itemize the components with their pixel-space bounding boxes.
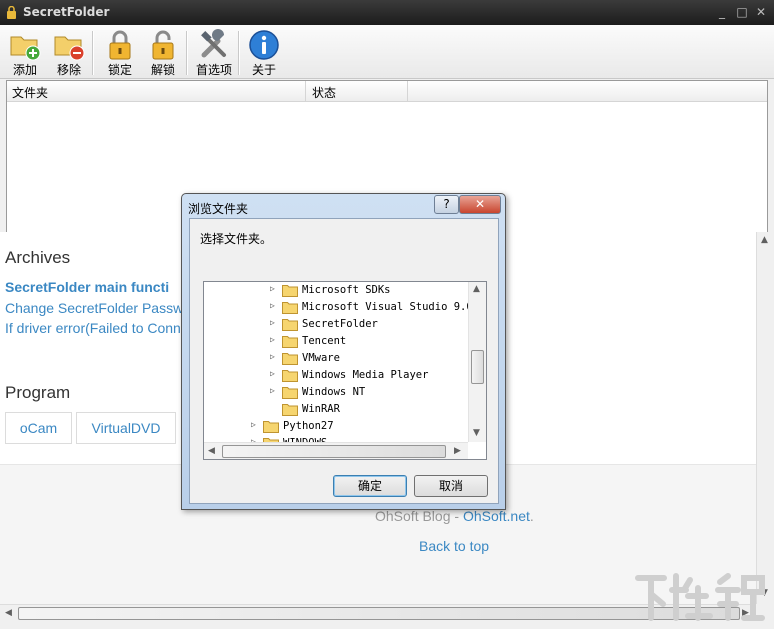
scroll-left-arrow-icon[interactable]: ◀	[208, 446, 215, 456]
about-button[interactable]: 关于	[244, 27, 284, 77]
column-header-status[interactable]: 状态	[312, 84, 336, 101]
footer-blog-text: OhSoft Blog - OhSoft.net.	[375, 508, 534, 524]
folder-icon	[282, 404, 298, 416]
footer-prefix: OhSoft Blog -	[375, 508, 463, 524]
folder-icon	[282, 370, 298, 382]
back-to-top-link[interactable]: Back to top	[419, 538, 489, 554]
vertical-scrollbar[interactable]: ▲ ▼	[756, 232, 774, 604]
tools-icon	[201, 29, 226, 58]
tree-item-label: Windows Media Player	[302, 369, 429, 381]
tree-item-label: Microsoft Visual Studio 9.0	[302, 301, 473, 313]
cancel-button[interactable]: 取消	[414, 475, 488, 497]
minimize-button[interactable]: _	[714, 4, 730, 20]
program-button-ocam[interactable]: oCam	[5, 412, 72, 444]
column-divider[interactable]	[305, 81, 306, 101]
folder-icon	[282, 319, 298, 331]
column-header-folder[interactable]: 文件夹	[12, 84, 48, 101]
folder-list-header: 文件夹 状态	[7, 81, 767, 102]
scroll-left-arrow-icon[interactable]: ◀	[5, 608, 12, 618]
folder-tree[interactable]: ▷ Microsoft SDKs ▷ Microsoft Visual Stud…	[203, 281, 487, 460]
expand-arrow-icon[interactable]: ▷	[251, 420, 256, 429]
window-title: SecretFolder	[23, 5, 110, 19]
program-button-virtualdvd[interactable]: VirtualDVD	[76, 412, 176, 444]
lock-icon	[7, 6, 16, 19]
options-label: 首选项	[195, 63, 232, 77]
unlock-label: 解锁	[150, 63, 175, 77]
folder-icon	[282, 353, 298, 365]
footer-suffix: .	[529, 508, 534, 524]
toolbar-separator	[238, 31, 240, 75]
lock-label: 锁定	[107, 63, 132, 77]
archive-link[interactable]: If driver error(Failed to Conn	[5, 320, 181, 336]
dialog-title: 浏览文件夹	[188, 202, 249, 216]
scroll-up-arrow-icon[interactable]: ▲	[761, 235, 768, 245]
unlock-button[interactable]: 解锁	[142, 27, 184, 77]
tree-horizontal-scrollbar[interactable]: ◀ ▶	[204, 442, 468, 459]
expand-arrow-icon[interactable]: ▷	[270, 335, 275, 344]
tree-item-label: Microsoft SDKs	[302, 284, 391, 296]
remove-label: 移除	[56, 63, 81, 77]
archive-link[interactable]: SecretFolder main functi	[5, 279, 169, 295]
scroll-down-arrow-icon[interactable]: ▼	[473, 428, 480, 438]
scroll-up-arrow-icon[interactable]: ▲	[473, 284, 480, 294]
toolbar-separator	[186, 31, 188, 75]
remove-folder-icon	[54, 36, 85, 61]
tree-item-label: SecretFolder	[302, 318, 378, 330]
browse-folder-dialog: 浏览文件夹 ? ✕ 选择文件夹。 ▷ Microsoft SDKs ▷ Micr…	[181, 193, 506, 510]
expand-arrow-icon[interactable]: ▷	[270, 369, 275, 378]
dialog-help-button[interactable]: ?	[434, 195, 459, 214]
toolbar: 添加 移除 锁定 解锁 首选项 关于	[0, 25, 774, 79]
scroll-right-arrow-icon[interactable]: ▶	[454, 446, 461, 456]
info-icon	[249, 30, 279, 60]
tree-item-label: WinRAR	[302, 403, 340, 415]
title-bar: SecretFolder _ □ ✕	[0, 0, 774, 25]
tree-item-label: Tencent	[302, 335, 347, 347]
tree-vertical-scroll-thumb[interactable]	[471, 350, 484, 384]
tree-horizontal-scroll-thumb[interactable]	[222, 445, 446, 458]
tree-item-label: Windows NT	[302, 386, 366, 398]
folder-icon	[282, 285, 298, 297]
footer-link[interactable]: OhSoft.net	[463, 508, 530, 524]
archive-link[interactable]: Change SecretFolder Passw	[5, 300, 183, 316]
expand-arrow-icon[interactable]: ▷	[270, 301, 275, 310]
expand-arrow-icon[interactable]: ▷	[270, 386, 275, 395]
close-button[interactable]: ✕	[753, 4, 769, 20]
dialog-prompt: 选择文件夹。	[200, 232, 273, 246]
program-heading: Program	[5, 383, 71, 402]
folder-icon	[282, 302, 298, 314]
tree-item-label: Python27	[283, 420, 334, 432]
watermark-logo	[635, 573, 765, 621]
tree-vertical-scrollbar[interactable]: ▲ ▼	[468, 282, 486, 442]
expand-arrow-icon[interactable]: ▷	[270, 284, 275, 293]
lock-button[interactable]: 锁定	[99, 27, 141, 77]
add-folder-icon	[10, 36, 41, 61]
padlock-closed-icon	[109, 30, 131, 60]
add-label: 添加	[12, 63, 37, 77]
dialog-body: 选择文件夹。 ▷ Microsoft SDKs ▷ Microsoft Visu…	[189, 218, 499, 504]
column-divider[interactable]	[407, 81, 408, 101]
maximize-button[interactable]: □	[734, 4, 750, 20]
tree-item-label: VMware	[302, 352, 340, 364]
archives-heading: Archives	[5, 248, 71, 267]
expand-arrow-icon[interactable]: ▷	[270, 352, 275, 361]
padlock-open-icon	[152, 30, 174, 60]
options-button[interactable]: 首选项	[192, 27, 236, 77]
secretfolder-window: SecretFolder _ □ ✕ 添加 移除 锁定 解锁 首选项 关于 文件…	[0, 0, 774, 629]
folder-icon	[282, 336, 298, 348]
add-button[interactable]: 添加	[4, 27, 46, 77]
about-label: 关于	[251, 63, 276, 77]
remove-button[interactable]: 移除	[48, 27, 90, 77]
folder-icon	[263, 421, 279, 433]
toolbar-separator	[92, 31, 94, 75]
dialog-close-button[interactable]: ✕	[459, 195, 501, 214]
expand-arrow-icon[interactable]: ▷	[270, 318, 275, 327]
folder-icon	[282, 387, 298, 399]
ok-button[interactable]: 确定	[333, 475, 407, 497]
